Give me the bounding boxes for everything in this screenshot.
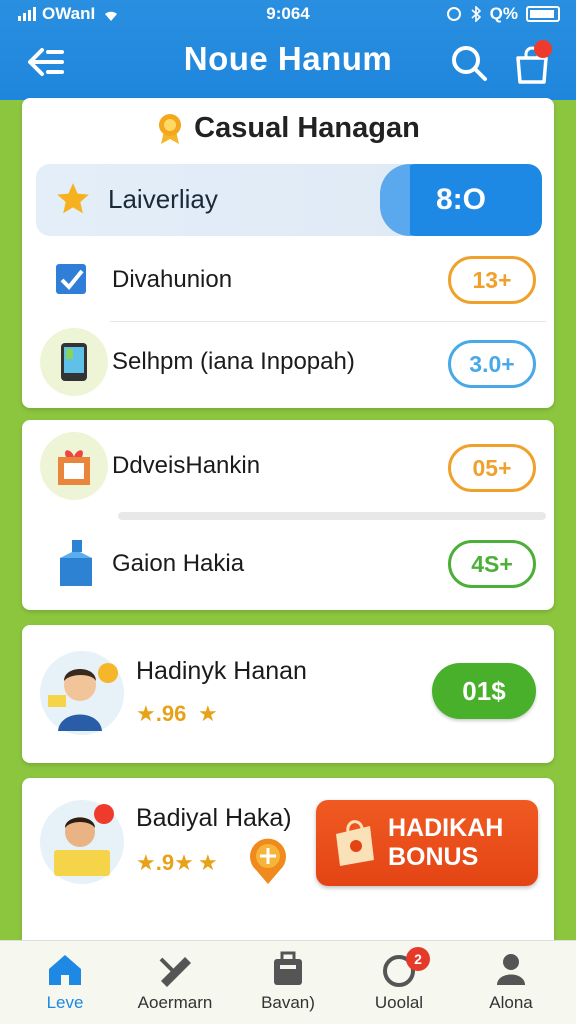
list-item[interactable]: Gaion Hakia 4S+	[22, 524, 554, 608]
shopping-bag-icon	[336, 820, 374, 866]
featured-row[interactable]: Laiverliay 8:O	[36, 164, 542, 236]
bonus-line1: HADIKAH	[388, 814, 504, 842]
profile-icon	[497, 954, 525, 985]
notification-dot	[534, 40, 552, 58]
search-icon[interactable]	[446, 40, 492, 86]
battery-icon	[526, 6, 560, 22]
cart-button[interactable]	[508, 40, 558, 86]
divider	[110, 321, 546, 322]
list-item[interactable]: DdveisHankin 05+	[22, 424, 554, 508]
claim-button[interactable]: 01$	[432, 663, 536, 719]
briefcase-icon	[274, 951, 302, 985]
item-label: DdveisHankin	[112, 452, 261, 479]
gift-box-icon	[40, 432, 108, 500]
nav-item-home[interactable]: Leve	[10, 951, 120, 1013]
star-off-icon: ★	[198, 701, 218, 726]
package-icon	[60, 540, 92, 586]
featured-value-badge[interactable]: 8:O	[380, 164, 542, 236]
app-header: OWanI 9:064 Q% Noue Hanum	[0, 0, 576, 100]
checkbox-icon	[56, 264, 86, 294]
rating-text: ★.9★	[136, 850, 194, 875]
home-icon	[49, 955, 81, 985]
rating-text: ★.96	[136, 701, 187, 726]
alarm-icon	[446, 7, 461, 21]
points-pill[interactable]: 4S+	[448, 540, 536, 588]
category-card: Casual Hanagan Laiverliay 8:O Divahunion…	[22, 98, 554, 408]
pen-icon	[159, 957, 191, 987]
bottom-navigation: Leve Aoermarn Bavan) 2 Uoolal Alona	[0, 940, 576, 1024]
player-name: Hadinyk Hanan	[136, 657, 307, 685]
list-item[interactable]: Selhpm (iana Inpopah) 3.0+	[22, 324, 554, 408]
status-bar: OWanI 9:064 Q%	[0, 4, 576, 26]
list-item[interactable]: Divahunion 13+	[22, 238, 554, 322]
nav-item-profile[interactable]: Alona	[456, 951, 566, 1013]
player-card: Hadinyk Hanan ★.96 ★ 01$	[22, 625, 554, 763]
divider	[118, 512, 546, 520]
points-pill[interactable]: 3.0+	[448, 340, 536, 388]
item-label: Divahunion	[112, 266, 233, 293]
bonus-line2: BONUS	[388, 843, 479, 871]
item-label: Gaion Hakia	[112, 550, 245, 577]
nav-item-social[interactable]: 2 Uoolal	[344, 947, 454, 1013]
avatar	[40, 800, 124, 884]
nav-item-bag[interactable]: Bavan)	[233, 951, 343, 1013]
nav-item-achievements[interactable]: Aoermarn	[120, 951, 230, 1013]
star-off-icon: ★	[198, 850, 218, 875]
featured-label: Laiverliay	[108, 184, 218, 214]
coin-icon[interactable]	[246, 836, 290, 886]
battery-percent: Q%	[489, 4, 518, 23]
bluetooth-icon	[471, 6, 481, 22]
bonus-card: Badiyal Haka) ★.9★ ★ HADIKAH BONUS	[22, 778, 554, 958]
notification-badge: 2	[406, 947, 430, 971]
player-name: Badiyal Haka)	[136, 804, 292, 832]
phone-icon	[40, 328, 108, 396]
medal-icon	[159, 114, 182, 145]
points-pill[interactable]: 05+	[448, 444, 536, 492]
star-icon	[57, 183, 89, 214]
bonus-button[interactable]: HADIKAH BONUS	[316, 800, 538, 886]
avatar	[40, 651, 124, 735]
item-label: Selhpm (iana Inpopah)	[112, 348, 355, 375]
category-card: DdveisHankin 05+ Gaion Hakia 4S+	[22, 420, 554, 610]
section-title: Casual Hanagan	[22, 112, 554, 145]
points-pill[interactable]: 13+	[448, 256, 536, 304]
